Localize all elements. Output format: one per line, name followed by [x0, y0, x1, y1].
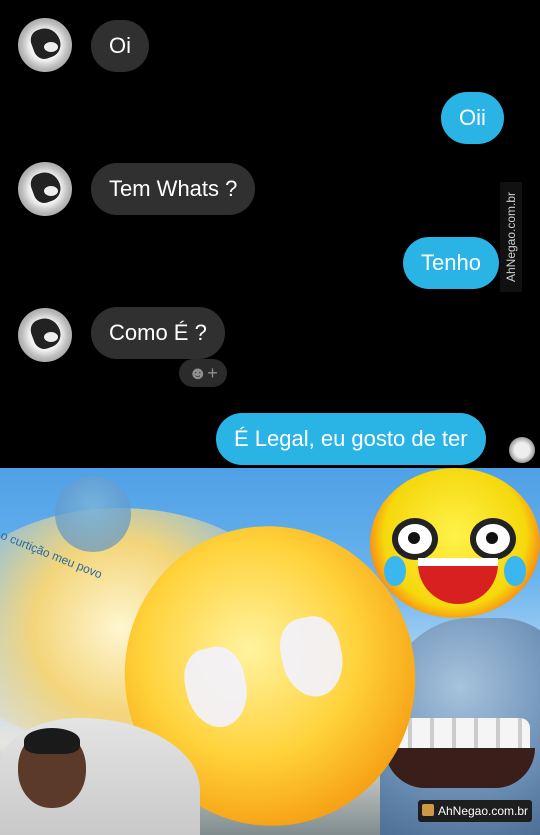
side-watermark: AhNegao.com.br	[500, 182, 522, 292]
person-head	[18, 728, 86, 808]
emoji-right-eye	[470, 518, 516, 560]
message-bubble-outgoing[interactable]: É Legal, eu gosto de ter	[216, 413, 486, 465]
site-logo-icon	[421, 804, 434, 816]
message-bubble-outgoing[interactable]: Tenho	[403, 237, 499, 289]
chat-thread: Oi Oii Tem Whats ? Tenho Como É ? ☻+ É L…	[0, 0, 540, 468]
read-receipt-avatar	[509, 437, 535, 463]
emoji-mouth	[418, 558, 498, 604]
message-bubble-incoming[interactable]: Tem Whats ?	[91, 163, 256, 215]
contact-avatar[interactable]	[18, 162, 72, 216]
message-bubble-outgoing[interactable]: Oii	[441, 92, 504, 144]
site-badge: AhNegao.com.br	[418, 800, 532, 822]
ghost-emoji-icon	[55, 476, 131, 552]
contact-avatar[interactable]	[18, 308, 72, 362]
emoji-eye	[274, 611, 350, 703]
tears-of-joy-emoji-icon	[370, 468, 540, 618]
emoji-eye	[178, 642, 254, 733]
monster-mouth	[385, 748, 535, 788]
tear-icon	[504, 556, 526, 586]
add-reaction-button[interactable]: ☻+	[179, 359, 227, 387]
meme-image: o curtição meu povo AhNegao.com.br	[0, 468, 540, 835]
message-bubble-incoming[interactable]: Como É ?	[91, 307, 225, 359]
tear-icon	[384, 556, 406, 586]
contact-avatar[interactable]	[18, 18, 72, 72]
emoji-left-eye	[392, 518, 438, 560]
message-bubble-incoming[interactable]: Oi	[91, 20, 149, 72]
